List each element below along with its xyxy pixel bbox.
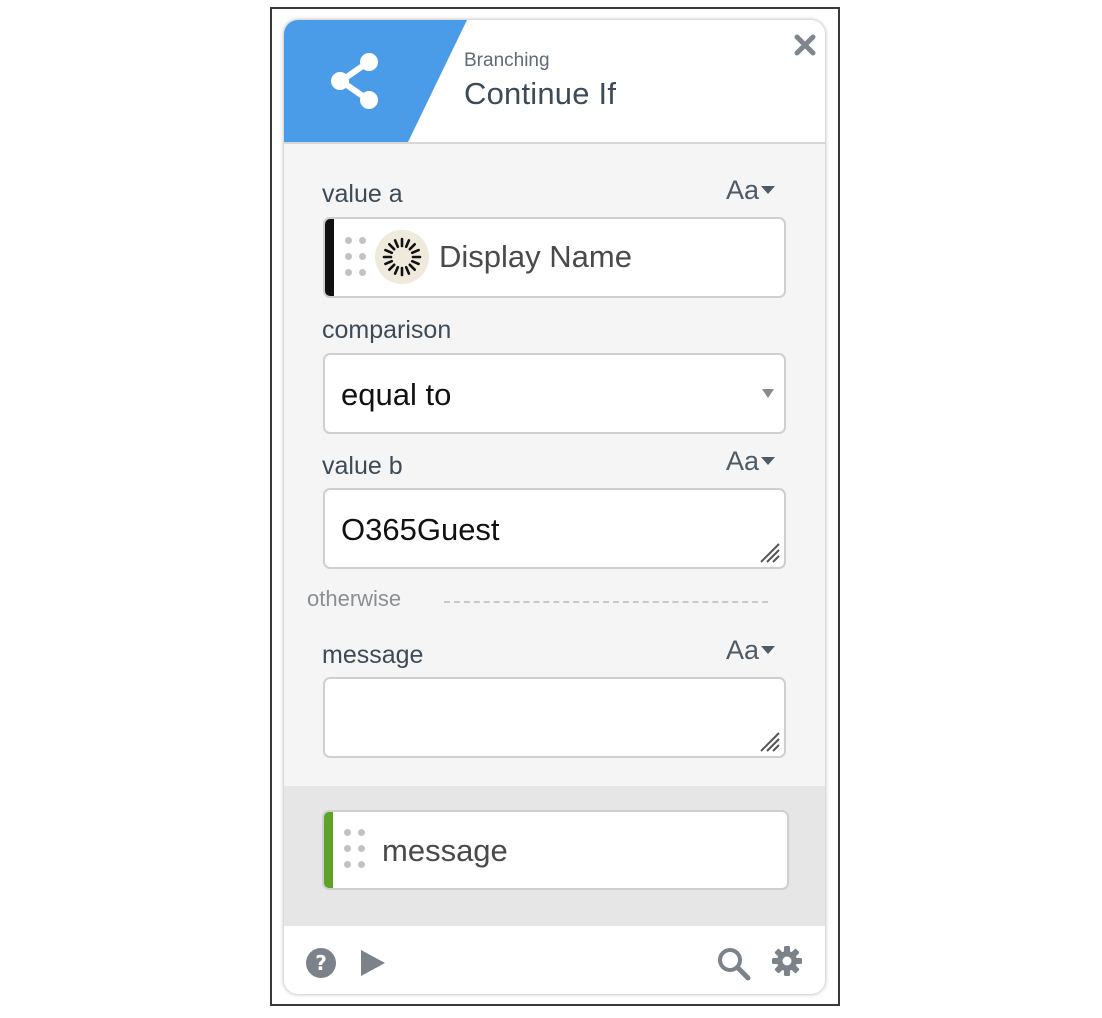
message-type-toggle[interactable]: Aa: [726, 635, 776, 666]
otherwise-label: otherwise: [307, 586, 402, 611]
step-category: Branching: [464, 50, 550, 71]
card-footer: ?: [284, 926, 825, 994]
output-token-text: message: [382, 833, 508, 868]
chevron-down-icon: [761, 456, 776, 465]
comparison-select[interactable]: equal to: [323, 353, 786, 434]
step-title: Continue If: [464, 76, 617, 111]
value-b-type-toggle[interactable]: Aa: [726, 446, 776, 477]
play-icon[interactable]: [359, 948, 387, 978]
chevron-down-icon: [761, 185, 776, 194]
value-b-textarea[interactable]: O365Guest: [323, 488, 786, 569]
message-textarea[interactable]: [323, 677, 786, 758]
value-a-type-text: Aa: [726, 175, 760, 205]
value-a-token-text: Display Name: [439, 239, 632, 274]
continue-if-card: Branching Continue If value a Aa Display…: [284, 20, 825, 994]
drag-handle-icon[interactable]: [345, 237, 369, 277]
resize-grip-icon[interactable]: [755, 538, 781, 564]
share-icon: [331, 53, 378, 109]
search-icon[interactable]: [717, 947, 751, 981]
avatar-sunburst-icon: [375, 230, 429, 284]
gear-icon[interactable]: [771, 945, 803, 977]
value-a-label: value a: [322, 180, 403, 208]
comparison-selected-value: equal to: [341, 377, 452, 412]
svg-text:?: ?: [315, 951, 327, 975]
dropdown-caret-icon: [762, 389, 774, 398]
message-type-text: Aa: [726, 635, 760, 665]
value-b-type-text: Aa: [726, 446, 760, 476]
otherwise-divider: [444, 601, 768, 603]
value-a-input[interactable]: Display Name: [323, 217, 786, 298]
message-label: message: [322, 641, 424, 669]
chevron-down-icon: [761, 645, 776, 654]
value-b-text: O365Guest: [341, 512, 500, 547]
output-token-bar: [324, 812, 333, 888]
value-a-type-toggle[interactable]: Aa: [726, 175, 776, 206]
help-icon[interactable]: ?: [306, 948, 336, 978]
close-icon[interactable]: [792, 32, 818, 58]
comparison-label: comparison: [322, 316, 452, 344]
output-message-token[interactable]: message: [322, 810, 789, 890]
value-b-label: value b: [322, 452, 403, 480]
token-color-bar: [325, 219, 334, 296]
drag-handle-icon[interactable]: [344, 829, 368, 869]
card-header: Branching Continue If: [284, 20, 825, 144]
resize-grip-icon[interactable]: [755, 727, 781, 753]
